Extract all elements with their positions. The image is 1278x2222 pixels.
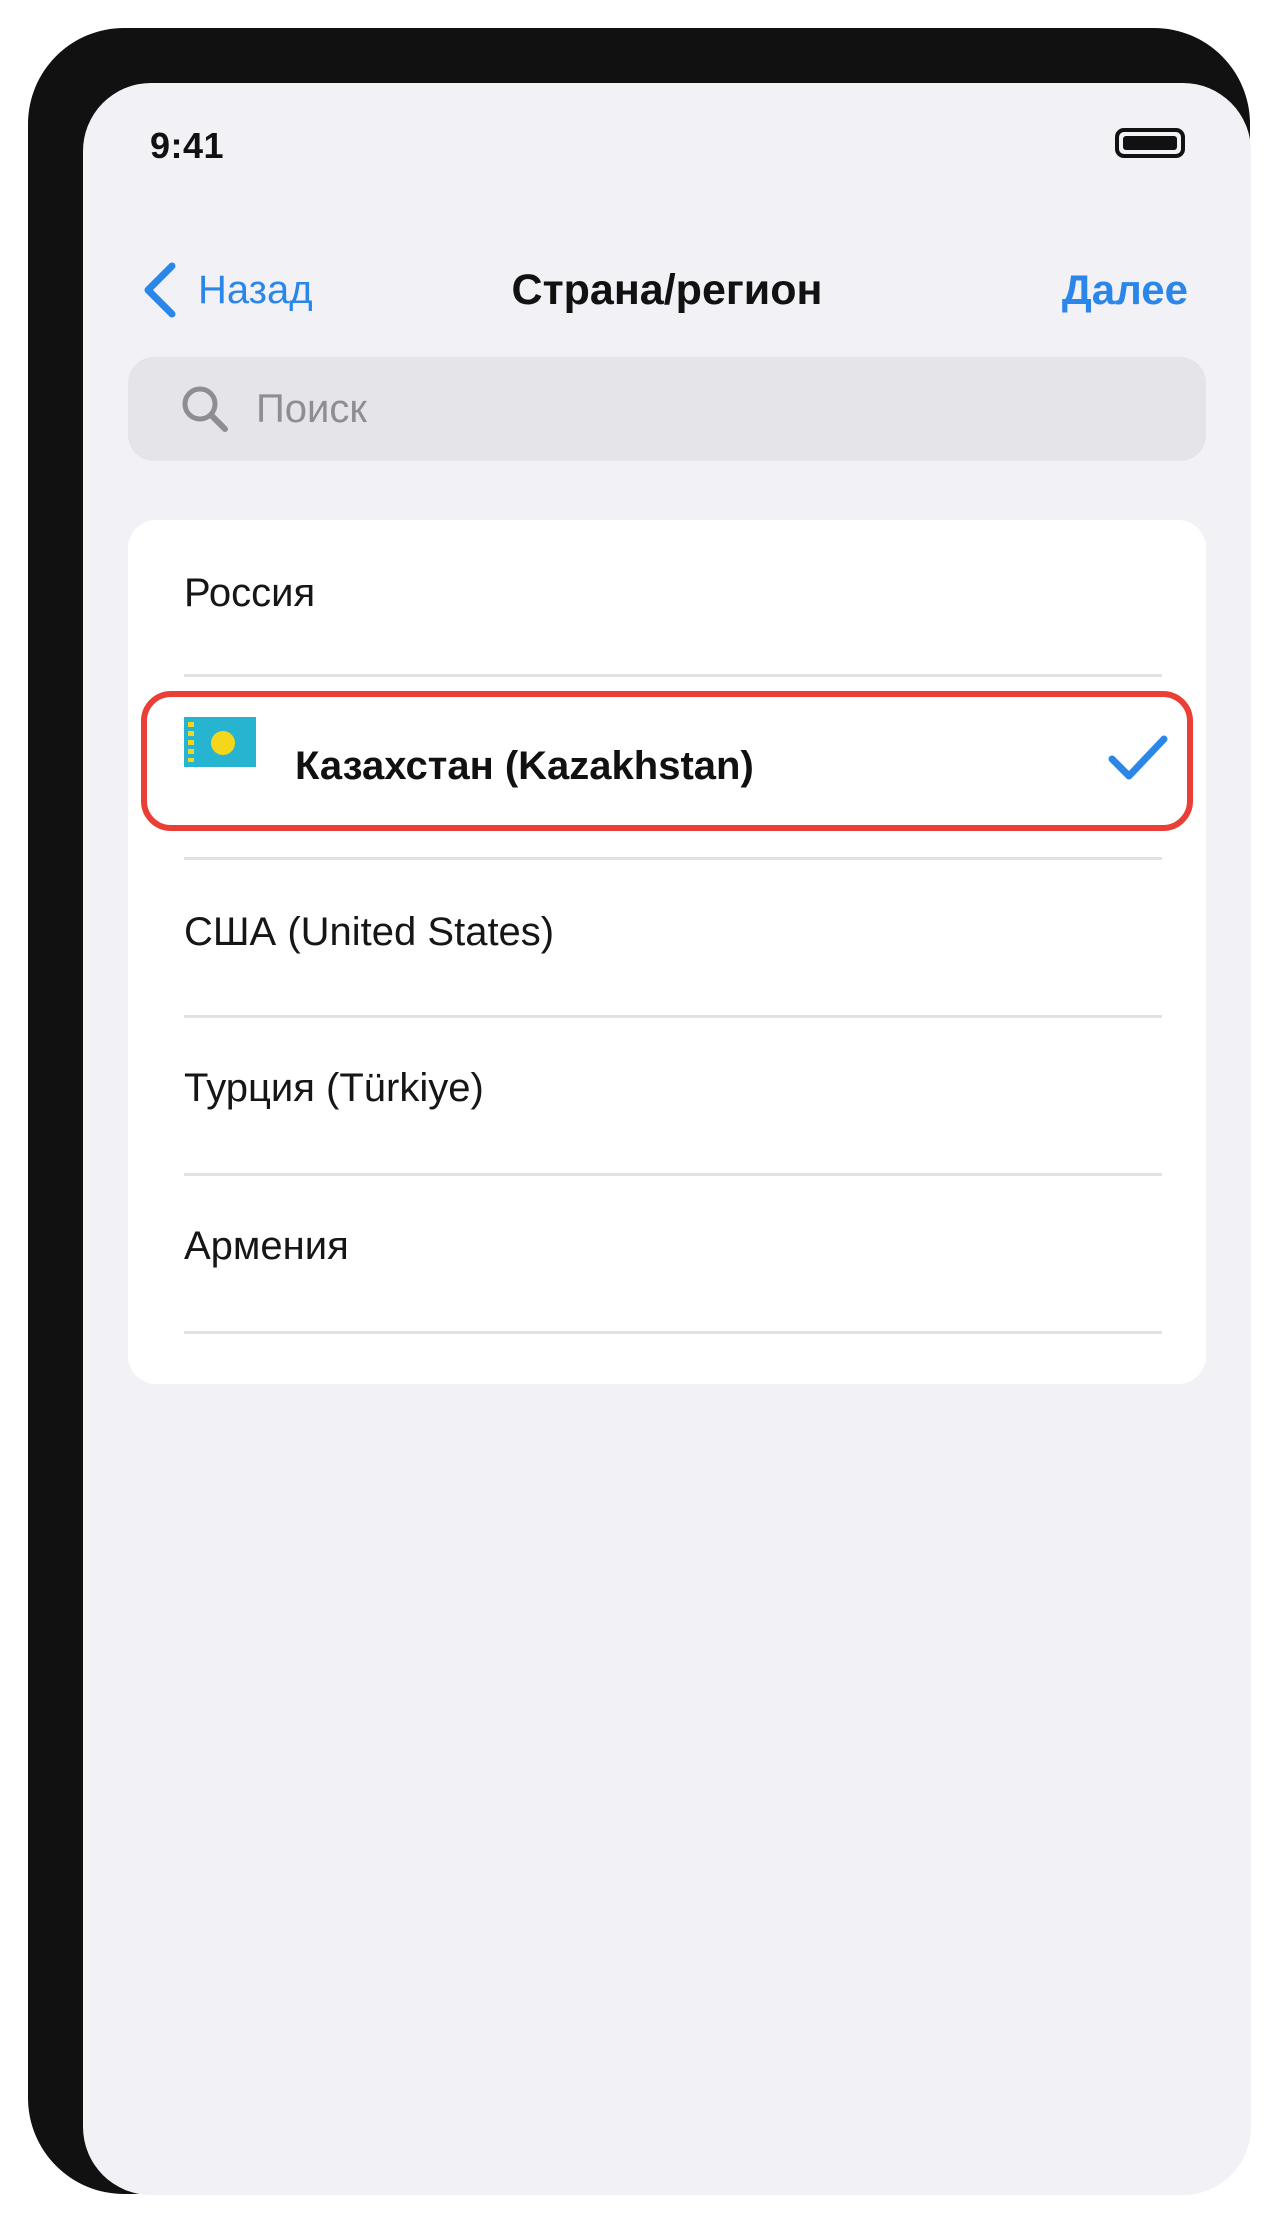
search-input[interactable]: [254, 385, 1138, 433]
screen: 9:41 Назад Страна/регион Далее Россия: [83, 83, 1251, 2195]
separator: [184, 1331, 1162, 1334]
checkmark-icon: [1108, 735, 1168, 780]
country-label: Турция (Türkiye): [184, 1066, 484, 1110]
country-list: Россия Казахстан (Kazakhstan) США (Unite…: [128, 520, 1206, 1384]
country-row-armenia[interactable]: Армения: [128, 1176, 1206, 1331]
country-row-turkiye[interactable]: Турция (Türkiye): [128, 1018, 1206, 1173]
country-label: Казахстан (Kazakhstan): [295, 744, 754, 788]
country-row-russia[interactable]: Россия: [128, 520, 1206, 674]
search-bar[interactable]: [128, 357, 1206, 461]
country-row-usa[interactable]: США (United States): [128, 860, 1206, 1015]
chevron-left-icon: [144, 262, 176, 318]
status-time: 9:41: [150, 125, 225, 166]
country-label: США (United States): [184, 910, 555, 954]
separator: [184, 674, 1162, 677]
phone-frame: 9:41 Назад Страна/регион Далее Россия: [28, 28, 1251, 2195]
country-label: Армения: [184, 1224, 349, 1268]
back-button[interactable]: Назад: [140, 255, 313, 325]
country-row-kazakhstan[interactable]: Казахстан (Kazakhstan): [128, 700, 1206, 797]
magnifier-icon: [182, 386, 228, 432]
battery-full-icon: [1115, 128, 1185, 158]
back-button-label: Назад: [198, 267, 313, 312]
next-button[interactable]: Далее: [1062, 255, 1188, 325]
country-label: Россия: [184, 571, 316, 615]
kazakhstan-flag-icon: [184, 717, 256, 767]
